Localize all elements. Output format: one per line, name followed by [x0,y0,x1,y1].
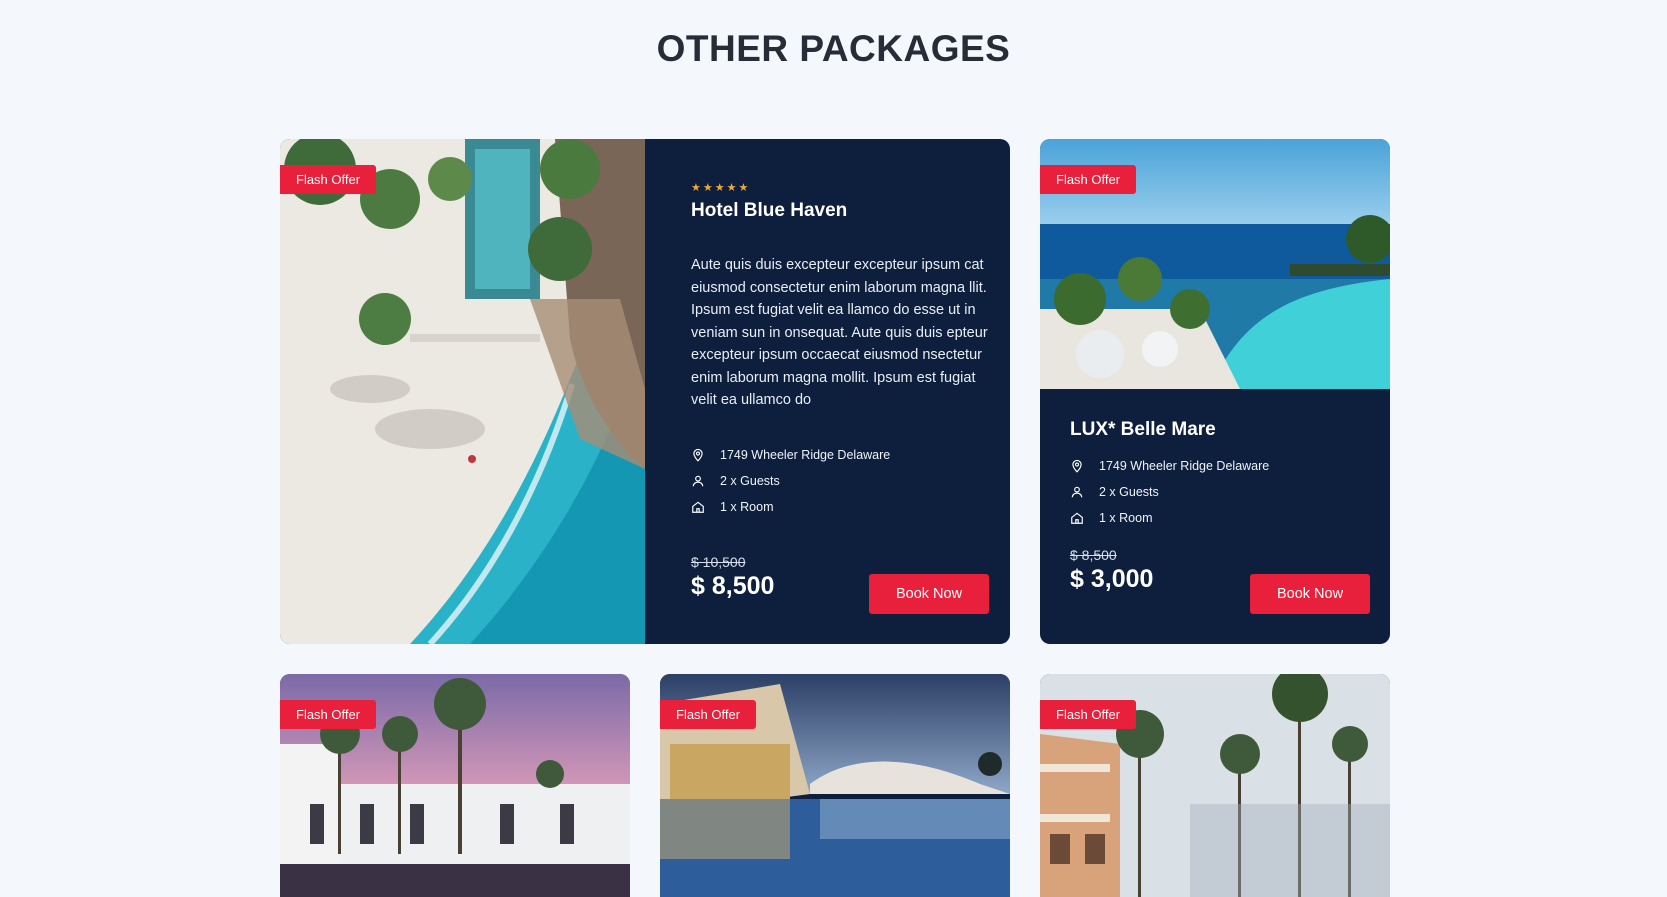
guests-detail: 2 x Guests [1070,479,1370,505]
location-detail: 1749 Wheeler Ridge Delaware [691,442,991,468]
featured-package-card[interactable]: Flash Offer ★★★★★ Hotel Blue Haven Aute … [280,139,1010,644]
rooms-detail: 1 x Room [691,494,991,520]
location-detail: 1749 Wheeler Ridge Delaware [1070,453,1370,479]
flash-offer-badge: Flash Offer [660,700,757,729]
featured-package-info: ★★★★★ Hotel Blue Haven Aute quis duis ex… [691,181,991,601]
location-text: 1749 Wheeler Ridge Delaware [720,447,891,462]
package-details: 1749 Wheeler Ridge Delaware 2 x Guests 1… [691,442,991,520]
rooms-text: 1 x Room [1099,511,1153,525]
package-card-lux-belle-mare[interactable]: Flash Offer LUX* Belle Mare 1749 Wheeler… [1040,139,1390,644]
flash-offer-badge: Flash Offer [280,700,377,729]
book-now-button[interactable]: Book Now [869,574,989,614]
book-now-button[interactable]: Book Now [1250,574,1370,614]
package-card-4[interactable]: Flash Offer [660,674,1010,897]
rooms-detail: 1 x Room [1070,505,1370,531]
location-pin-icon [691,448,705,462]
package-name: Hotel Blue Haven [691,200,848,221]
home-icon [691,500,705,514]
flash-offer-badge: Flash Offer [280,165,377,194]
package-description: Aute quis duis excepteur excepteur ipsum… [691,257,988,408]
package-name: LUX* Belle Mare [1070,419,1216,440]
location-pin-icon [1070,459,1084,473]
old-price: $ 10,500 [691,553,746,570]
person-icon [1070,485,1084,499]
person-icon [691,474,705,488]
package-card-5[interactable]: Flash Offer [1040,674,1390,897]
flash-offer-badge: Flash Offer [1040,165,1137,194]
guests-text: 2 x Guests [1099,485,1159,499]
package-card-3[interactable]: Flash Offer [280,674,630,897]
flash-offer-badge: Flash Offer [1040,700,1137,729]
package-info: LUX* Belle Mare 1749 Wheeler Ridge Delaw… [1070,419,1370,594]
guests-detail: 2 x Guests [691,468,991,494]
location-text: 1749 Wheeler Ridge Delaware [1099,459,1270,473]
home-icon [1070,511,1084,525]
package-details: 1749 Wheeler Ridge Delaware 2 x Guests 1… [1070,453,1370,531]
rooms-text: 1 x Room [720,499,774,514]
star-rating: ★★★★★ [691,182,751,194]
guests-text: 2 x Guests [720,473,780,488]
old-price: $ 8,500 [1070,547,1117,563]
section-title: OTHER PACKAGES [656,28,1011,69]
featured-package-image [280,139,645,644]
